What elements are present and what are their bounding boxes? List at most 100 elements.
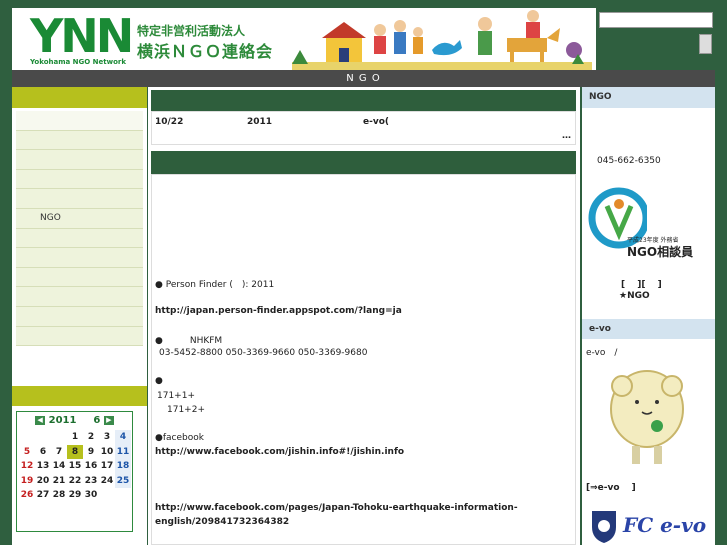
- left-menu-header: [12, 87, 147, 108]
- calendar-day[interactable]: 17: [99, 459, 115, 474]
- calendar-day[interactable]: 10: [99, 445, 115, 460]
- left-menu-item[interactable]: [16, 189, 143, 209]
- search-input[interactable]: [599, 12, 713, 28]
- article-header-bar: [151, 151, 576, 174]
- calendar-day: [51, 430, 67, 445]
- facebook-page-link-cont[interactable]: english/209841732364382: [155, 517, 289, 527]
- ynn-logo[interactable]: YNN: [30, 12, 134, 60]
- calendar-day[interactable]: 5: [19, 445, 35, 460]
- calendar-day: [99, 488, 115, 503]
- calendar: ◀ 2011 6 ▶ 1 2 3 4 5 6 7 8 9 10 11 12 13 14 15 16 17 18 19…: [16, 411, 133, 532]
- evo-section-header: e-vo: [582, 319, 715, 339]
- prev-month-icon[interactable]: ◀: [35, 415, 46, 425]
- calendar-day[interactable]: 13: [35, 459, 51, 474]
- left-menu-item[interactable]: [16, 130, 143, 151]
- ngo-star-link[interactable]: ★NGO: [619, 291, 650, 301]
- calendar-week: 19 20 21 22 23 24 25: [19, 473, 131, 489]
- left-menu-item[interactable]: [16, 326, 143, 347]
- calendar-day[interactable]: 27: [35, 488, 51, 503]
- evo-sheep-icon[interactable]: [602, 364, 692, 468]
- left-sidebar: NGO ◀ 2011 6 ▶ 1 2 3 4 5 6 7 8 9 10 11 12 13 14 15 16 17…: [12, 87, 147, 545]
- article-line: ●: [155, 376, 163, 386]
- news-box: 10/22 2011 e-vo( …: [151, 111, 576, 145]
- left-menu-item[interactable]: [16, 248, 143, 268]
- left-menu-item[interactable]: [16, 306, 143, 327]
- calendar-day[interactable]: 15: [67, 459, 83, 474]
- site-header: YNN Yokohama NGO Network 特定非営利活動法人 横浜ＮＧＯ…: [12, 8, 596, 70]
- calendar-day[interactable]: 8: [67, 444, 83, 459]
- left-menu-item[interactable]: [16, 111, 143, 131]
- calendar-month: 6: [93, 415, 101, 426]
- calendar-day[interactable]: 2: [83, 430, 99, 445]
- calendar-week: 5 6 7 8 9 10 11: [19, 444, 131, 460]
- calendar-day[interactable]: 7: [51, 445, 67, 460]
- phone-number: 045-662-6350: [597, 156, 661, 166]
- calendar-week: 1234: [19, 430, 131, 445]
- calendar-week: 26 27 28 29 30: [19, 488, 131, 503]
- article-line: 171+2+: [167, 405, 205, 415]
- calendar-day[interactable]: 1: [67, 430, 83, 445]
- ngo-section-header: NGO: [582, 87, 715, 108]
- evo-link[interactable]: [⇒e-vo ]: [586, 480, 636, 493]
- calendar-day[interactable]: 19: [19, 474, 35, 489]
- search-button[interactable]: [699, 34, 712, 54]
- next-month-icon[interactable]: ▶: [103, 415, 114, 425]
- calendar-day[interactable]: 16: [83, 459, 99, 474]
- news-header-bar: [151, 90, 576, 111]
- facebook-link[interactable]: http://www.facebook.com/jishin.info#!/ji…: [155, 447, 404, 457]
- left-menu-item[interactable]: [16, 267, 143, 288]
- logo-subtitle: Yokohama NGO Network: [30, 58, 127, 66]
- right-sidebar: NGO 045-662-6350 平成23年度 外務省 NGO相談員 [ ][ …: [582, 87, 715, 545]
- calendar-header-bar: [12, 386, 147, 406]
- calendar-day: [35, 430, 51, 445]
- news-title-link[interactable]: e-vo(: [363, 117, 389, 127]
- calendar-title: ◀ 2011 6 ▶: [17, 415, 132, 426]
- calendar-day[interactable]: 6: [35, 445, 51, 460]
- calendar-day[interactable]: 14: [51, 459, 67, 474]
- left-menu-item-ngo[interactable]: NGO: [16, 208, 143, 229]
- nav-bar[interactable]: N G O: [12, 70, 715, 87]
- facebook-page-link[interactable]: http://www.facebook.com/pages/Japan-Toho…: [155, 503, 518, 513]
- org-name: 横浜ＮＧＯ連絡会: [137, 42, 274, 61]
- left-menu-item[interactable]: [16, 287, 143, 307]
- article-line: ● NHKFM: [155, 336, 223, 346]
- evo-text: e-vo /: [586, 348, 618, 358]
- calendar-day[interactable]: 20: [35, 474, 51, 489]
- calendar-day[interactable]: 29: [67, 488, 83, 503]
- org-type-label: 特定非営利活動法人: [137, 24, 246, 38]
- calendar-year: 2011: [48, 415, 77, 426]
- left-menu-item[interactable]: [16, 228, 143, 249]
- news-more-link[interactable]: …: [562, 131, 571, 141]
- calendar-day[interactable]: 30: [83, 488, 99, 503]
- article-line: 171+1+: [157, 391, 195, 401]
- calendar-week: 12 13 14 15 16 17 18: [19, 459, 131, 474]
- calendar-day[interactable]: 18: [115, 459, 131, 474]
- fc-evo-label: FC e-vo: [623, 513, 707, 537]
- badge-caption-big: NGO相談員: [627, 245, 694, 259]
- calendar-day[interactable]: 26: [19, 488, 35, 503]
- calendar-day[interactable]: 3: [99, 430, 115, 445]
- left-menu-item[interactable]: [16, 169, 143, 190]
- calendar-day: [19, 430, 35, 445]
- left-menu-item[interactable]: [16, 150, 143, 170]
- fc-evo-banner[interactable]: FC e-vo: [585, 507, 708, 545]
- article-line: ● Person Finder ( ): 2011: [155, 280, 275, 290]
- article-body: ● Person Finder ( ): 2011 http://japan.p…: [151, 174, 576, 545]
- search-area: [597, 8, 715, 70]
- news-date: 10/22: [155, 117, 184, 127]
- calendar-day[interactable]: 22: [67, 474, 83, 489]
- calendar-day[interactable]: 23: [83, 474, 99, 489]
- calendar-day[interactable]: 12: [19, 459, 35, 474]
- calendar-day[interactable]: 24: [99, 474, 115, 489]
- calendar-day: [115, 488, 131, 503]
- bracket-links[interactable]: [ ][ ]: [621, 277, 662, 290]
- calendar-day[interactable]: 11: [115, 444, 131, 459]
- person-finder-link[interactable]: http://japan.person-finder.appspot.com/?…: [155, 306, 402, 316]
- calendar-day[interactable]: 28: [51, 488, 67, 503]
- ngo-consultant-badge[interactable]: 平成23年度 外務省 NGO相談員: [585, 180, 712, 262]
- main-content: 10/22 2011 e-vo( … ● Person Finder ( ): …: [148, 87, 580, 545]
- calendar-day[interactable]: 9: [83, 445, 99, 460]
- calendar-day[interactable]: 25: [115, 473, 131, 488]
- calendar-day[interactable]: 21: [51, 474, 67, 489]
- calendar-day[interactable]: 4: [115, 430, 131, 445]
